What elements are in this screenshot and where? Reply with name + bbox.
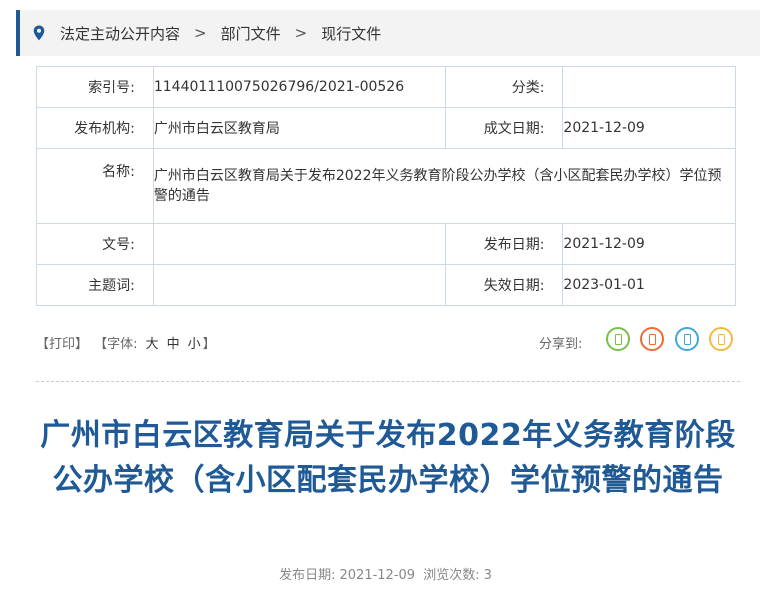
expire-value: 2023-01-01	[562, 264, 736, 306]
name-label: 名称:	[36, 148, 154, 224]
article-views-label: 浏览次数:	[423, 568, 480, 583]
print-font-tools: 【打印】 【字体: 大中小】	[36, 333, 218, 352]
font-large-button[interactable]: 大	[146, 337, 159, 352]
publisher-value: 广州市白云区教育局	[152, 107, 446, 149]
doc-no-label: 文号:	[36, 223, 154, 265]
article-views-value: 3	[483, 568, 492, 583]
article-pub-date-value: 2021-12-09	[339, 568, 416, 583]
breadcrumb-item-active-content[interactable]: 法定主动公开内容	[60, 23, 180, 44]
meta-row-keywords: 主题词: 失效日期: 2023-01-01	[36, 264, 736, 306]
keywords-label: 主题词:	[36, 264, 154, 306]
publisher-label: 发布机构:	[36, 107, 154, 149]
category-label: 分类:	[444, 66, 564, 108]
name-value: 广州市白云区教育局关于发布2022年义务教育阶段公办学校（含小区配套民办学校）学…	[152, 148, 737, 224]
font-medium-button[interactable]: 中	[167, 337, 180, 352]
pub-date-label: 发布日期:	[444, 223, 564, 265]
expire-label: 失效日期:	[444, 264, 564, 306]
category-value	[562, 66, 736, 108]
pub-date-value: 2021-12-09	[562, 223, 736, 265]
index-value: 114401110075026796/2021-00526	[152, 66, 446, 108]
article-publish-info: 发布日期: 2021-12-09 浏览次数: 3	[0, 564, 771, 583]
doc-date-label: 成文日期:	[444, 107, 564, 149]
breadcrumb: 法定主动公开内容 > 部门文件 > 现行文件	[16, 10, 760, 56]
font-size-prefix: 【字体:	[94, 337, 138, 352]
print-button[interactable]: 【打印】	[36, 337, 88, 352]
meta-row-index: 索引号: 114401110075026796/2021-00526 分类:	[36, 66, 736, 108]
font-size-suffix: 】	[202, 337, 216, 352]
breadcrumb-item-current-docs[interactable]: 现行文件	[321, 23, 381, 44]
breadcrumb-separator: >	[194, 24, 207, 42]
qq-icon[interactable]	[675, 327, 699, 351]
meta-row-docno: 文号: 发布日期: 2021-12-09	[36, 223, 736, 265]
meta-row-name: 名称: 广州市白云区教育局关于发布2022年义务教育阶段公办学校（含小区配套民办…	[36, 148, 737, 224]
doc-no-value	[152, 223, 446, 265]
share-bar: 分享到:	[539, 333, 582, 352]
location-pin-icon	[33, 25, 45, 41]
article-pub-date-label: 发布日期:	[279, 568, 336, 583]
wechat-icon[interactable]	[606, 327, 630, 351]
article-toolbar: 【打印】 【字体: 大中小】 分享到:	[36, 327, 736, 354]
doc-date-value: 2021-12-09	[562, 107, 736, 149]
font-small-button[interactable]: 小	[188, 337, 201, 352]
meta-row-publisher: 发布机构: 广州市白云区教育局 成文日期: 2021-12-09	[36, 107, 736, 149]
dashed-divider	[36, 381, 740, 382]
qzone-icon[interactable]	[709, 327, 733, 351]
breadcrumb-separator: >	[294, 24, 308, 42]
keywords-value	[152, 264, 446, 306]
share-label: 分享到:	[539, 337, 583, 352]
weibo-icon[interactable]	[640, 327, 664, 351]
document-meta-table: 索引号: 114401110075026796/2021-00526 分类: 发…	[36, 66, 737, 306]
index-label: 索引号:	[36, 66, 154, 108]
breadcrumb-item-department-docs[interactable]: 部门文件	[221, 23, 281, 44]
article-title: 广州市白云区教育局关于发布2022年义务教育阶段公办学校（含小区配套民办学校）学…	[40, 418, 736, 498]
